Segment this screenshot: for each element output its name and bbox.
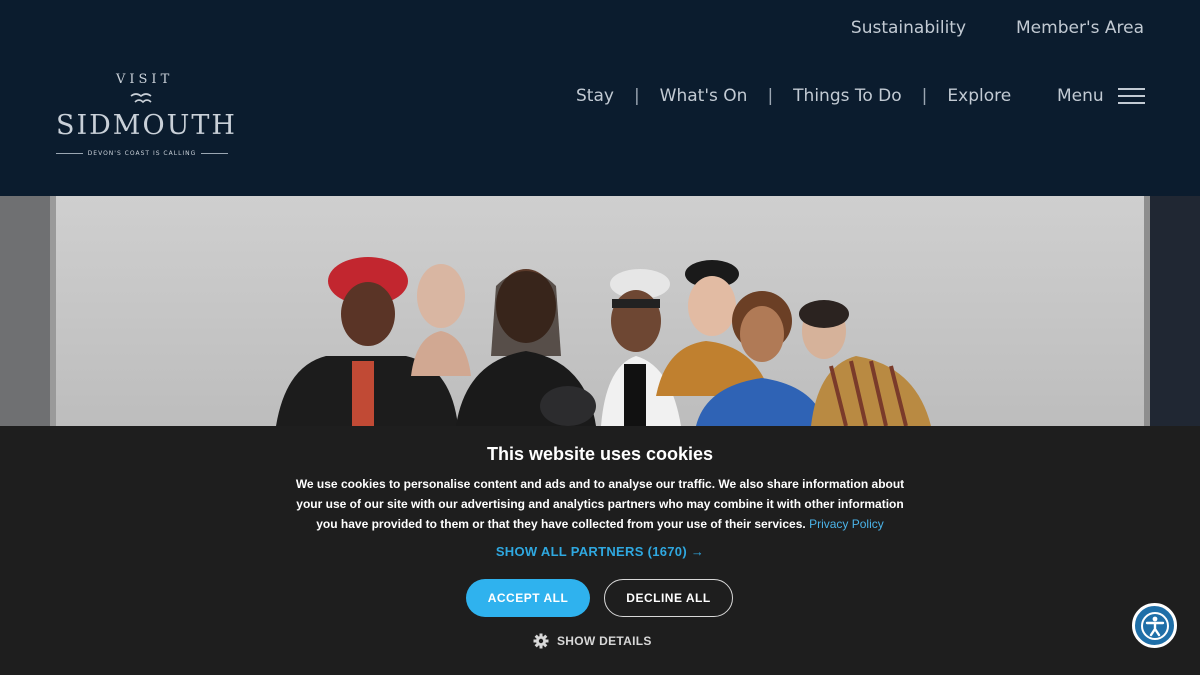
- privacy-policy-link[interactable]: Privacy Policy: [809, 517, 884, 531]
- accessibility-button[interactable]: [1132, 603, 1177, 648]
- gear-icon: [533, 633, 549, 649]
- accessibility-icon: [1140, 611, 1169, 640]
- menu-button[interactable]: Menu: [1057, 86, 1145, 106]
- utility-link-sustainability[interactable]: Sustainability: [851, 18, 966, 38]
- site-logo[interactable]: VISIT SIDMOUTH DEVON'S COAST IS CALLING: [56, 72, 235, 164]
- nav-separator: |: [767, 86, 774, 106]
- accept-all-button[interactable]: ACCEPT ALL: [466, 579, 590, 617]
- menu-label: Menu: [1057, 86, 1104, 106]
- logo-rule-left: [56, 153, 83, 154]
- site-header: Sustainability Member's Area VISIT SIDMO…: [0, 0, 1200, 196]
- group-photo: [276, 257, 931, 426]
- hero-left-panel: [0, 196, 50, 426]
- logo-tagline-text: DEVON'S COAST IS CALLING: [87, 150, 197, 157]
- nav-item-explore[interactable]: Explore: [947, 86, 1011, 106]
- cookie-actions: ACCEPT ALL DECLINE ALL: [466, 579, 733, 617]
- nav-separator: |: [921, 86, 928, 106]
- hero-photo-frame: [50, 196, 1150, 426]
- utility-nav: Sustainability Member's Area: [851, 18, 1144, 38]
- show-details-button[interactable]: SHOW DETAILS: [533, 633, 652, 649]
- seagull-icon: [130, 93, 152, 104]
- hero-right-panel: [1150, 196, 1200, 426]
- decline-all-button[interactable]: DECLINE ALL: [604, 579, 733, 617]
- logo-rule-right: [201, 153, 228, 154]
- nav-separator: |: [633, 86, 640, 106]
- cookie-body: We use cookies to personalise content an…: [290, 474, 910, 534]
- logo-visit-text: VISIT: [116, 72, 174, 87]
- hamburger-icon: [1117, 88, 1145, 104]
- utility-link-members-area[interactable]: Member's Area: [1016, 18, 1144, 38]
- show-details-label: SHOW DETAILS: [557, 634, 652, 648]
- nav-item-stay[interactable]: Stay: [576, 86, 614, 106]
- show-all-partners-link[interactable]: SHOW ALL PARTNERS (1670) →: [0, 544, 1200, 559]
- hero-image: [0, 196, 1200, 426]
- cookie-title: This website uses cookies: [486, 444, 714, 464]
- nav-item-things-to-do[interactable]: Things To Do: [793, 86, 902, 106]
- main-nav: Stay | What's On | Things To Do | Explor…: [576, 86, 1011, 106]
- cookie-banner: This website uses cookies We use cookies…: [0, 426, 1200, 675]
- nav-item-whats-on[interactable]: What's On: [660, 86, 748, 106]
- logo-tagline: DEVON'S COAST IS CALLING: [56, 150, 228, 157]
- logo-name: SIDMOUTH: [56, 110, 237, 141]
